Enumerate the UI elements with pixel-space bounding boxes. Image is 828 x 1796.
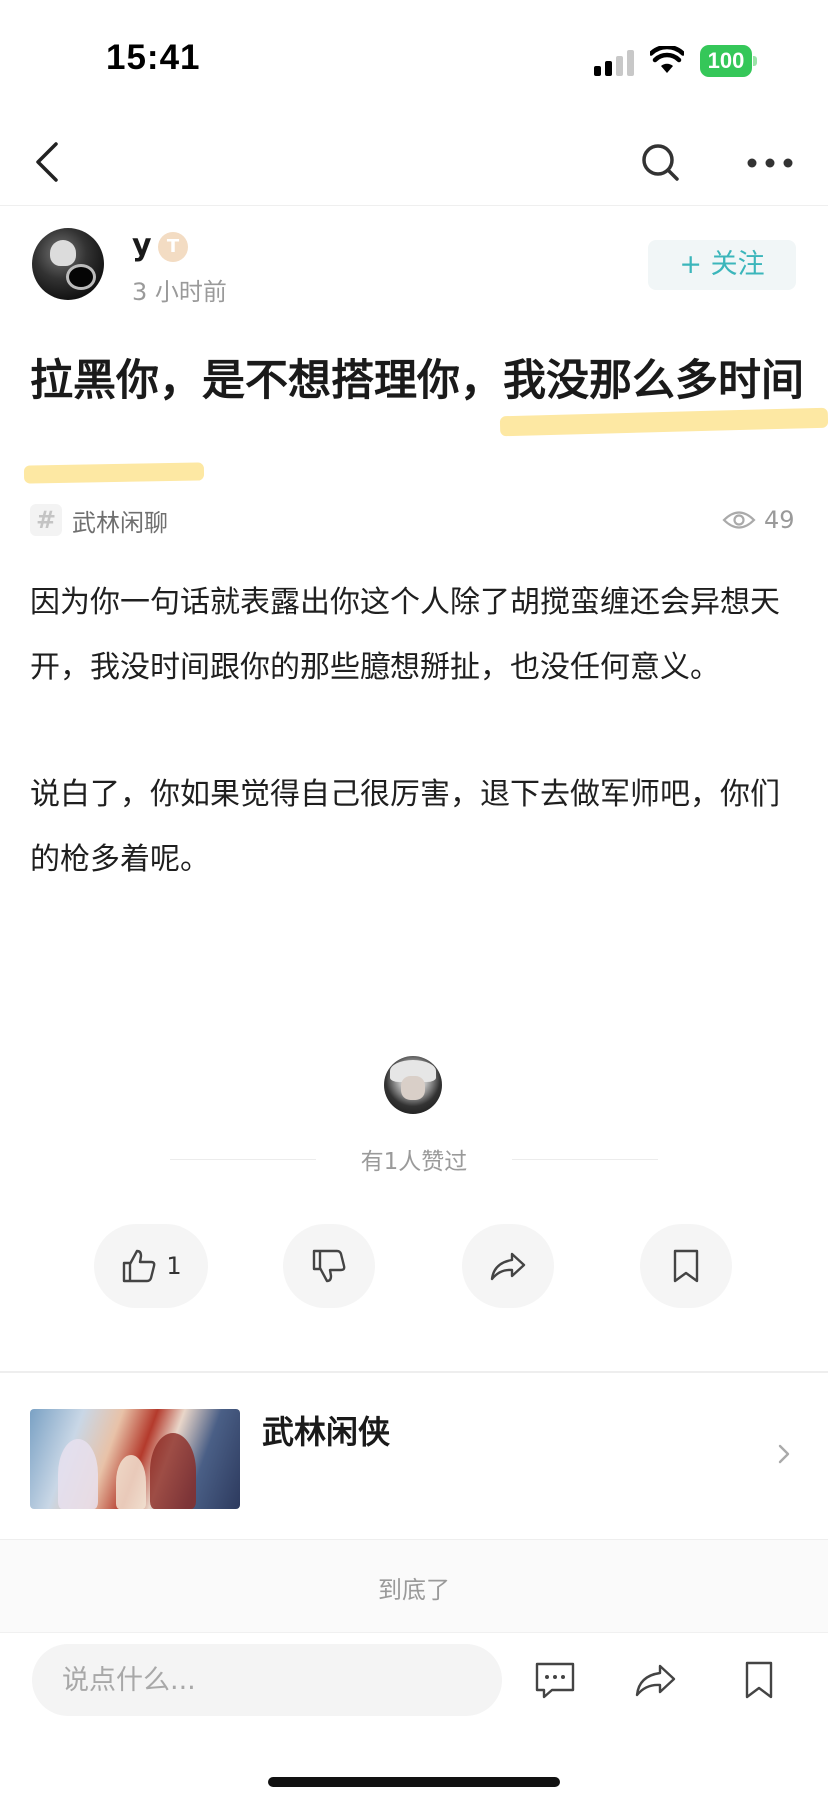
bookmark-icon — [673, 1249, 699, 1283]
author-name[interactable]: y — [132, 228, 152, 263]
likes-summary[interactable]: 有1人赞过 — [0, 1142, 828, 1176]
more-dots-icon[interactable] — [744, 138, 796, 188]
bottom-bar — [0, 1632, 828, 1796]
post-title: 拉黑你，是不想搭理你，我没那么多时间 — [30, 356, 804, 406]
liker-avatar[interactable] — [384, 1056, 442, 1114]
thumbnail-figure — [58, 1439, 98, 1509]
thumbnail-figure — [150, 1433, 196, 1509]
game-card[interactable]: 武林闲侠 — [0, 1373, 828, 1539]
post-paragraph: 说白了，你如果觉得自己很厉害，退下去做军师吧，你们的枪多着呢。 — [30, 777, 780, 877]
battery-tip — [753, 56, 757, 66]
wifi-icon — [650, 46, 684, 73]
like-count: 1 — [166, 1252, 182, 1280]
comment-icon[interactable] — [532, 1657, 578, 1703]
author-level-badge: T — [158, 232, 188, 262]
view-count: 49 — [722, 502, 795, 538]
post-body: 因为你一句话就表露出你这个人除了胡搅蛮缠还会异想天开，我没时间跟你的那些臆想掰扯… — [30, 570, 800, 954]
game-thumbnail — [30, 1409, 240, 1509]
hash-icon: # — [30, 504, 62, 536]
nav-bar — [0, 120, 828, 206]
avatar-figure-dark — [66, 264, 96, 290]
game-name: 武林闲侠 — [262, 1413, 391, 1451]
author-row: y T 3 小时前 + 关注 — [0, 206, 828, 316]
like-button[interactable]: 1 — [94, 1224, 208, 1308]
avatar-figure — [50, 240, 76, 266]
share-icon — [490, 1252, 526, 1281]
home-indicator[interactable] — [268, 1777, 560, 1787]
dislike-button[interactable] — [283, 1224, 375, 1308]
battery-level: 100 — [700, 45, 752, 77]
chevron-left-icon[interactable] — [26, 134, 70, 190]
thumbnail-figure — [116, 1455, 146, 1509]
post-paragraph: 因为你一句话就表露出你这个人除了胡搅蛮缠还会异想天开，我没时间跟你的那些臆想掰扯… — [30, 585, 780, 685]
share-icon[interactable] — [632, 1657, 678, 1703]
battery-indicator: 100 — [700, 45, 757, 77]
post-time: 3 小时前 — [132, 278, 227, 306]
cellular-signal-icon — [594, 50, 634, 76]
eye-icon — [722, 511, 756, 529]
author-avatar[interactable] — [32, 228, 104, 300]
search-icon[interactable] — [636, 138, 686, 188]
end-of-content: 到底了 — [0, 1540, 828, 1632]
end-text: 到底了 — [378, 1576, 450, 1604]
title-highlight-2 — [23, 462, 205, 484]
share-button[interactable] — [462, 1224, 554, 1308]
thumbs-down-icon — [312, 1249, 346, 1283]
status-time: 15:41 — [106, 38, 201, 77]
liker-face — [401, 1076, 425, 1100]
follow-button[interactable]: + 关注 — [648, 240, 796, 290]
comment-input[interactable] — [32, 1644, 502, 1716]
chevron-right-icon — [778, 1444, 790, 1464]
status-bar: 15:41 100 — [0, 0, 828, 120]
views-count: 49 — [764, 506, 795, 534]
collect-button[interactable] — [640, 1224, 732, 1308]
bookmark-icon[interactable] — [736, 1657, 782, 1703]
topic-label: 武林闲聊 — [72, 508, 168, 537]
title-wrap: 拉黑你，是不想搭理你，我没那么多时间 — [30, 346, 810, 416]
topic-tag[interactable]: # 武林闲聊 — [30, 502, 168, 538]
thumbs-up-icon — [123, 1249, 156, 1283]
